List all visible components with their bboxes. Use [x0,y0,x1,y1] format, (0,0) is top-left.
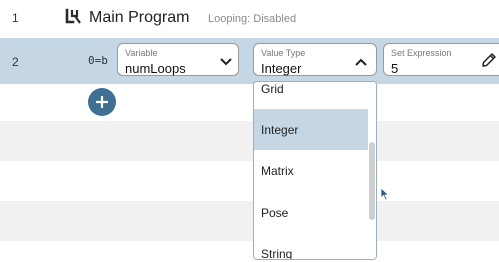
program-icon [64,8,82,26]
plus-icon [96,96,108,108]
variable-select[interactable]: Variable numLoops [117,43,239,76]
set-expression-field[interactable]: Set Expression 5 [383,43,499,76]
dropdown-option-matrix[interactable]: Matrix [254,150,369,191]
program-title[interactable]: Main Program [89,9,189,27]
empty-row [0,121,499,161]
variable-value: numLoops [125,61,186,76]
value-type-dropdown[interactable]: Grid Integer Matrix Pose String [253,81,377,260]
value-type-label: Value Type [261,48,306,58]
mouse-cursor-icon [380,187,390,201]
set-expression-value: 5 [391,61,399,76]
value-type-value: Integer [261,61,302,76]
dropdown-option-string[interactable]: String [254,232,369,259]
variable-label: Variable [125,48,158,58]
looping-value: Disabled [253,13,297,25]
dropdown-option-integer[interactable]: Integer [254,109,369,150]
dropdown-option-grid[interactable]: Grid [254,82,369,109]
scrollbar-thumb[interactable] [369,142,375,220]
value-type-select[interactable]: Value Type Integer [253,43,377,76]
looping-status: Looping: Disabled [208,13,296,25]
pencil-icon[interactable] [480,51,498,69]
line-number: 1 [12,11,19,25]
chevron-up-icon [355,58,367,66]
set-expression-label: Set Expression [391,48,452,58]
empty-row [0,201,499,241]
line-number: 2 [12,55,19,69]
dropdown-scrollbar[interactable] [368,82,376,259]
variable-step-icon: 0=b [88,54,108,67]
add-step-button[interactable] [88,88,116,116]
dropdown-option-pose[interactable]: Pose [254,191,369,232]
looping-label: Looping: [208,13,251,25]
chevron-down-icon [220,58,232,66]
